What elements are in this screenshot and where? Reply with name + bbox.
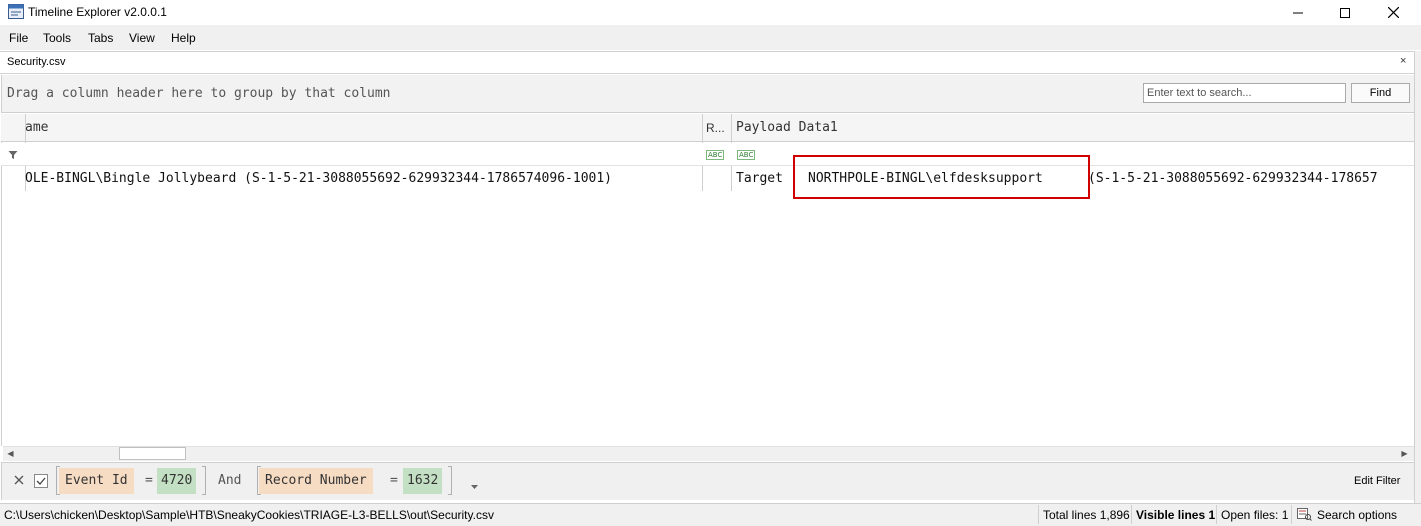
app-icon — [8, 4, 24, 19]
find-button[interactable]: Find — [1351, 83, 1410, 103]
search-options-icon[interactable] — [1297, 507, 1312, 524]
highlight-box — [793, 155, 1090, 199]
horizontal-scroll-thumb[interactable] — [119, 447, 186, 460]
edit-filter-button[interactable]: Edit Filter — [1354, 475, 1400, 487]
criteria-group-bracket — [448, 466, 452, 495]
menu-view[interactable]: View — [129, 31, 155, 45]
filter-enabled-checkbox[interactable] — [34, 474, 48, 488]
status-divider — [1216, 505, 1217, 524]
tab-close-button[interactable]: × — [1400, 55, 1406, 67]
criteria-group-bracket — [202, 466, 206, 495]
close-window-button[interactable] — [1370, 0, 1416, 25]
status-open-files: Open files: 1 — [1221, 508, 1289, 522]
cell-payload-prefix[interactable]: Target — [736, 171, 783, 186]
menu-tools[interactable]: Tools — [43, 31, 71, 45]
cell-user-name[interactable]: OLE-BINGL\Bingle Jollybeard (S-1-5-21-30… — [25, 171, 612, 186]
window-title: Timeline Explorer v2.0.0.1 — [28, 5, 167, 19]
clear-filter-button[interactable] — [14, 474, 24, 488]
title-bar — [0, 0, 1421, 25]
document-tab-bar — [0, 51, 1421, 74]
filter-value-4720[interactable]: 4720 — [157, 468, 197, 494]
close-icon — [1387, 7, 1399, 18]
menu-bar — [0, 25, 1421, 50]
scroll-left-icon[interactable]: ◀ — [4, 447, 17, 460]
filter-operator[interactable]: = — [145, 473, 153, 488]
check-icon — [36, 477, 46, 485]
filter-value-1632[interactable]: 1632 — [403, 468, 443, 494]
column-header-payload-data1[interactable]: Payload Data1 — [736, 120, 838, 135]
column-header-user-name[interactable]: ame — [25, 120, 48, 135]
filter-icon[interactable] — [8, 149, 18, 163]
filter-field-event-id[interactable]: Event Id — [59, 468, 134, 494]
menu-help[interactable]: Help — [171, 31, 196, 45]
abc-filter-icon[interactable]: ABC — [737, 150, 756, 160]
filter-field-record-number[interactable]: Record Number — [259, 468, 373, 494]
search-options-button[interactable]: Search options — [1317, 508, 1397, 522]
tab-security-csv[interactable]: Security.csv — [7, 56, 65, 68]
group-panel-hint: Drag a column header here to group by th… — [7, 86, 391, 101]
horizontal-scrollbar[interactable] — [3, 446, 1414, 461]
filter-bar — [1, 462, 1414, 500]
status-total-lines: Total lines 1,896 — [1043, 508, 1130, 522]
scroll-right-icon[interactable]: ▶ — [1398, 447, 1411, 460]
status-divider — [1131, 505, 1132, 524]
dropdown-arrow-icon[interactable] — [471, 478, 478, 492]
status-visible-lines: Visible lines 1 — [1136, 508, 1216, 522]
status-divider — [1038, 505, 1039, 524]
status-divider — [1291, 505, 1292, 524]
minimize-icon — [1293, 12, 1303, 13]
menu-tabs[interactable]: Tabs — [88, 31, 113, 45]
filter-join-and[interactable]: And — [218, 473, 241, 488]
vertical-scrollbar[interactable] — [1414, 51, 1421, 503]
maximize-icon — [1340, 7, 1350, 18]
close-icon — [14, 475, 24, 485]
maximize-button[interactable] — [1322, 0, 1368, 25]
cell-payload-sid[interactable]: (S-1-5-21-3088055692-629932344-178657 — [1088, 171, 1414, 186]
column-header-r[interactable]: R... — [706, 121, 725, 135]
search-input[interactable] — [1143, 83, 1346, 103]
menu-file[interactable]: File — [9, 31, 28, 45]
minimize-button[interactable] — [1275, 0, 1321, 25]
abc-filter-icon[interactable]: ABC — [706, 150, 725, 160]
filter-operator[interactable]: = — [390, 473, 398, 488]
status-file-path: C:\Users\chicken\Desktop\Sample\HTB\Snea… — [4, 508, 494, 522]
